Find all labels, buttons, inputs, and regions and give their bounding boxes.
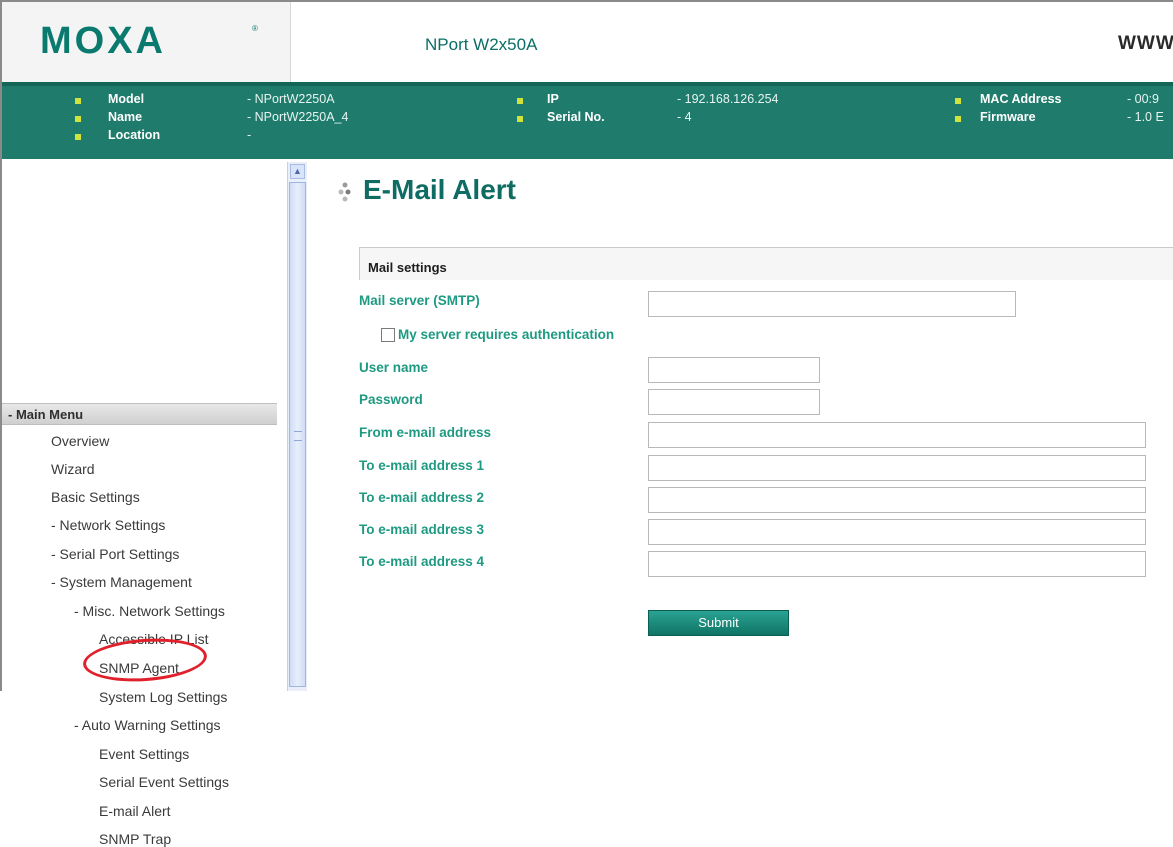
chevron-up-icon[interactable]: ▲: [290, 164, 305, 179]
bullet-icon: [517, 116, 523, 122]
location-value: -: [247, 128, 252, 142]
name-label: Name: [108, 110, 143, 124]
moxa-logo: MOXA: [40, 20, 166, 62]
page-title: E-Mail Alert: [363, 174, 516, 205]
to-email-3-label: To e-mail address 3: [359, 522, 485, 537]
bullet-icon: [75, 116, 81, 122]
username-input[interactable]: [648, 357, 820, 383]
to-email-3-input[interactable]: [648, 519, 1146, 545]
main-menu-label: - Main Menu: [8, 407, 84, 422]
bullet-icon: [955, 116, 961, 122]
logo-area: MOXA ®: [2, 2, 291, 82]
from-email-label: From e-mail address: [359, 425, 492, 440]
model-value: - NPortW2250A: [247, 92, 335, 106]
ip-label: IP: [547, 92, 559, 106]
to-email-2-input[interactable]: [648, 487, 1146, 513]
serial-value: - 4: [677, 110, 692, 124]
mail-settings-header: Mail settings: [359, 247, 1173, 280]
firmware-value: - 1.0 E: [1127, 110, 1164, 124]
to-email-1-input[interactable]: [648, 455, 1146, 481]
menu-item-accessible-ip-list[interactable]: Accessible IP List: [99, 631, 208, 647]
sidebar: - Main Menu Overview Wizard Basic Settin…: [2, 159, 288, 847]
smtp-label: Mail server (SMTP): [359, 293, 480, 308]
to-email-4-label: To e-mail address 4: [359, 554, 485, 569]
menu-item-system-management[interactable]: - System Management: [51, 574, 192, 590]
device-info-bar: Model - NPortW2250A Name - NPortW2250A_4…: [2, 82, 1173, 159]
menu-item-serial-port-settings[interactable]: - Serial Port Settings: [51, 546, 179, 562]
from-email-input[interactable]: [648, 422, 1146, 448]
password-input[interactable]: [648, 389, 820, 415]
auth-checkbox[interactable]: [381, 328, 395, 342]
menu-item-snmp-agent[interactable]: SNMP Agent: [99, 660, 179, 676]
menu-item-snmp-trap[interactable]: SNMP Trap: [99, 831, 171, 847]
auth-checkbox-label[interactable]: My server requires authentication: [398, 327, 614, 342]
menu-item-basic-settings[interactable]: Basic Settings: [51, 489, 140, 505]
name-value: - NPortW2250A_4: [247, 110, 349, 124]
submit-button[interactable]: Submit: [648, 610, 789, 636]
sidebar-scrollbar[interactable]: ▲: [287, 162, 307, 691]
menu-item-overview[interactable]: Overview: [51, 433, 109, 449]
menu-item-auto-warning-settings[interactable]: - Auto Warning Settings: [74, 717, 221, 733]
main-menu-header[interactable]: - Main Menu: [2, 403, 277, 425]
menu-item-event-settings[interactable]: Event Settings: [99, 746, 189, 762]
model-label: Model: [108, 92, 145, 106]
firmware-label: Firmware: [980, 110, 1036, 124]
password-label: Password: [359, 392, 423, 407]
menu-item-misc-network-settings[interactable]: - Misc. Network Settings: [74, 603, 225, 619]
location-label: Location: [108, 128, 161, 142]
menu-item-serial-event-settings[interactable]: Serial Event Settings: [99, 774, 229, 790]
mac-value: - 00:9: [1127, 92, 1159, 106]
smtp-server-input[interactable]: [648, 291, 1016, 317]
bullet-icon: [75, 98, 81, 104]
menu-item-system-log-settings[interactable]: System Log Settings: [99, 689, 227, 705]
menu-item-network-settings[interactable]: - Network Settings: [51, 517, 165, 533]
bullet-icon: [75, 134, 81, 140]
bullet-icon: [955, 98, 961, 104]
to-email-1-label: To e-mail address 1: [359, 458, 485, 473]
to-email-4-input[interactable]: [648, 551, 1146, 577]
bullet-icon: [517, 98, 523, 104]
menu-item-wizard[interactable]: Wizard: [51, 461, 95, 477]
website-link[interactable]: WWW: [1118, 33, 1173, 55]
to-email-2-label: To e-mail address 2: [359, 490, 485, 505]
grip-icon: [294, 431, 302, 441]
username-label: User name: [359, 360, 429, 375]
serial-label: Serial No.: [547, 110, 605, 124]
scrollbar-thumb[interactable]: [289, 182, 306, 687]
mac-label: MAC Address: [980, 92, 1062, 106]
dots-icon: [338, 182, 351, 202]
header: MOXA ® NPort W2x50A WWW: [2, 2, 1173, 82]
menu-item-email-alert[interactable]: E-mail Alert: [99, 803, 171, 819]
ip-value: - 192.168.126.254: [677, 92, 779, 106]
registered-mark: ®: [252, 24, 258, 33]
product-title: NPort W2x50A: [425, 35, 538, 54]
section-title: Mail settings: [368, 260, 447, 275]
